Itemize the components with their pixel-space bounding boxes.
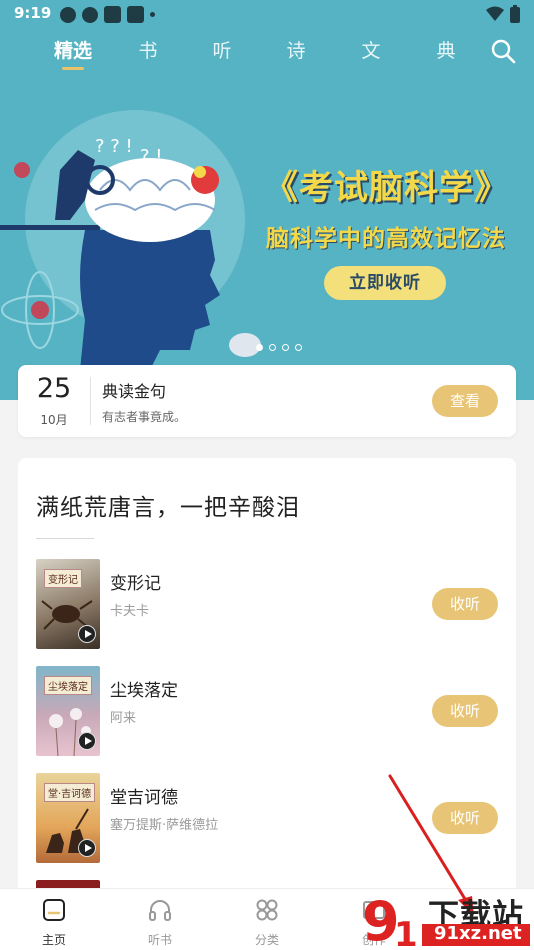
svg-text:? ? !: ? ? ! (95, 136, 133, 157)
book-author: 卡夫卡 (110, 604, 150, 619)
nav-home-label: 主页 (41, 933, 66, 947)
quote-text: 有志者事竟成。 (102, 410, 187, 424)
promo-banner[interactable]: ? ? ! ? ! 《考试脑科学》 脑科学中的高效记忆法 立即收听 (0, 80, 534, 370)
book-cover: 变形记 (36, 559, 100, 649)
site-watermark: 9 1 下载站 91xz.net (360, 888, 534, 950)
svg-text:? !: ? ! (140, 146, 163, 167)
listen-button[interactable]: 收听 (432, 588, 498, 620)
play-icon[interactable] (78, 732, 96, 750)
nav-home[interactable]: 主页 (14, 897, 94, 948)
page-dot (282, 344, 289, 351)
watermark-text-bottom: 91xz.net (434, 923, 522, 944)
view-quote-button[interactable]: 查看 (432, 385, 498, 417)
page-dot (295, 344, 302, 351)
banner-title: 《考试脑科学》 (264, 168, 509, 208)
watermark-logo: 9 1 (362, 890, 418, 950)
book-author: 阿来 (110, 711, 137, 726)
search-icon[interactable] (490, 38, 516, 64)
app-notification-icon (60, 6, 76, 23)
app-notification-icon (104, 6, 121, 23)
book-item[interactable]: 堂·吉诃德 堂吉诃德 塞万提斯·萨维德拉 收听 (18, 773, 516, 863)
book-list-title: 满纸荒唐言，一把辛酸泪 (36, 495, 300, 521)
notification-icons (60, 6, 155, 23)
more-notifications-icon (150, 12, 155, 17)
quote-month: 10月 (40, 413, 68, 427)
tab-poetry[interactable]: 诗 (266, 36, 326, 63)
page-dot (269, 344, 276, 351)
header-hero: 9:19 精选 书 听 诗 文 典 ? ? ! ? ! 《考试脑科学》 脑科学中… (0, 0, 534, 400)
divider (36, 538, 94, 539)
book-item[interactable]: 尘埃落定 尘埃落定 阿来 收听 (18, 666, 516, 756)
app-notification-icon (82, 6, 98, 23)
nav-audiobooks[interactable]: 听书 (120, 897, 200, 948)
tab-prose[interactable]: 文 (341, 36, 401, 63)
status-time: 9:19 (14, 4, 52, 22)
system-icons (486, 5, 520, 23)
book-list-card: 满纸荒唐言，一把辛酸泪 变形记 变形记 卡夫卡 收听 尘埃落定 尘埃落定 阿来 … (18, 458, 516, 898)
play-icon[interactable] (78, 625, 96, 643)
nav-audiobooks-label: 听书 (147, 933, 172, 947)
quote-title: 典读金句 (102, 382, 167, 401)
book-cover: 堂·吉诃德 (36, 773, 100, 863)
banner-page-indicator (256, 344, 302, 351)
status-bar: 9:19 (0, 0, 534, 28)
grid-circles-icon (256, 899, 278, 921)
tab-classics[interactable]: 典 (416, 36, 476, 63)
quote-day: 25 (36, 373, 72, 404)
tab-listen[interactable]: 听 (192, 36, 252, 63)
nav-categories-label: 分类 (254, 933, 279, 947)
headphones-icon (149, 900, 171, 921)
book-title: 变形记 (110, 574, 161, 594)
battery-icon (510, 5, 520, 23)
nav-categories[interactable]: 分类 (227, 897, 307, 948)
active-tab-indicator (62, 67, 84, 70)
wifi-icon (486, 6, 504, 21)
play-icon[interactable] (78, 839, 96, 857)
app-notification-icon (127, 6, 144, 23)
tab-featured[interactable]: 精选 (43, 36, 103, 63)
divider (90, 377, 91, 425)
book-author: 塞万提斯·萨维德拉 (110, 818, 219, 833)
banner-subtitle: 脑科学中的高效记忆法 (266, 226, 506, 252)
home-icon (43, 899, 65, 921)
svg-text:1: 1 (394, 915, 418, 950)
banner-illustration: ? ? ! ? ! (0, 110, 261, 370)
book-cover: 尘埃落定 (36, 666, 100, 756)
book-title: 堂吉诃德 (110, 788, 178, 808)
page-dot-active (256, 344, 263, 351)
daily-quote-card[interactable]: 25 10月 典读金句 有志者事竟成。 查看 (18, 365, 516, 437)
tab-books[interactable]: 书 (118, 36, 178, 63)
book-title: 尘埃落定 (110, 681, 178, 701)
listen-button[interactable]: 收听 (432, 802, 498, 834)
listen-now-button[interactable]: 立即收听 (324, 266, 446, 300)
book-item[interactable]: 变形记 变形记 卡夫卡 收听 (18, 559, 516, 649)
top-tab-bar: 精选 书 听 诗 文 典 (0, 36, 534, 72)
listen-button[interactable]: 收听 (432, 695, 498, 727)
